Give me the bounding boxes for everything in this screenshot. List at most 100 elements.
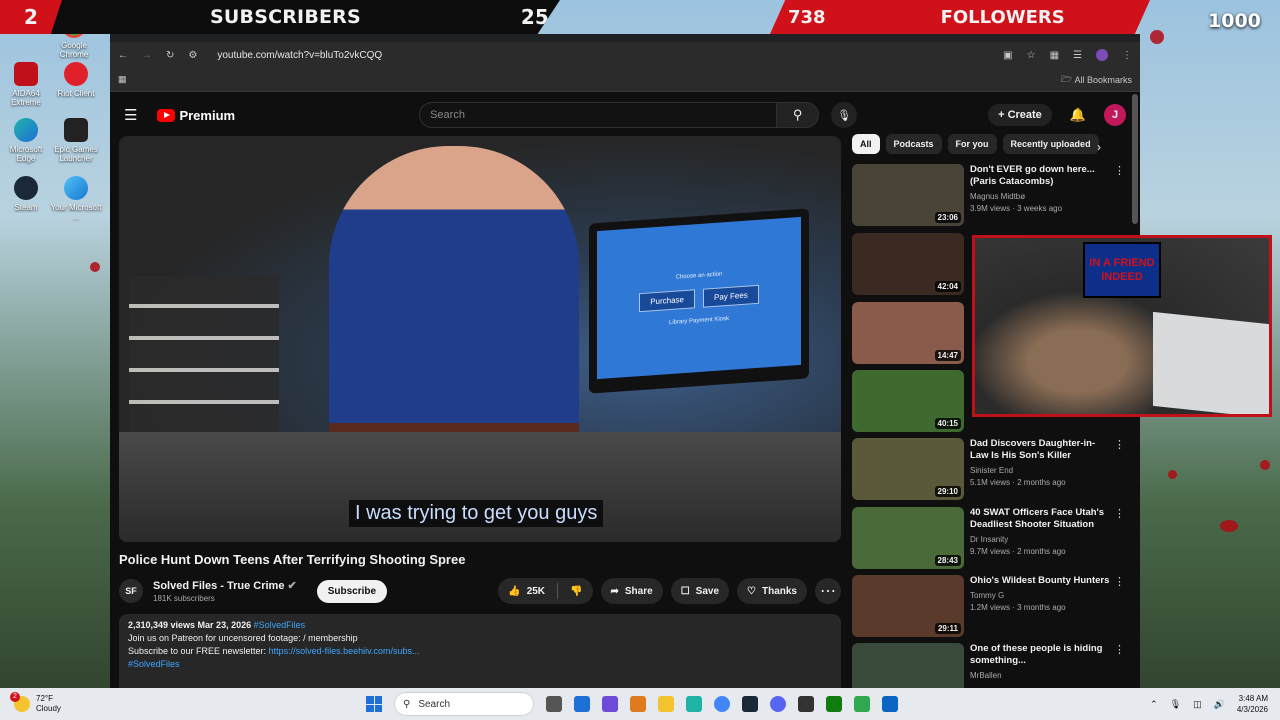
browser-menu-icon[interactable]: ⋮ (1122, 50, 1132, 61)
video-menu-icon[interactable]: ⋮ (1114, 438, 1125, 500)
app-icon[interactable] (854, 696, 870, 712)
teams-icon[interactable] (602, 696, 618, 712)
install-icon[interactable]: ▣ (1003, 50, 1012, 61)
video-description[interactable]: 2,310,349 views Mar 23, 2026 #SolvedFile… (119, 614, 841, 688)
like-icon[interactable]: 👍 (508, 586, 520, 597)
recommended-video[interactable]: One of these people is hiding something.… (852, 643, 1140, 688)
kiosk-title: Choose an action (675, 270, 723, 281)
clock[interactable]: 3:48 AM 4/3/2026 (1237, 693, 1268, 715)
voice-search-button[interactable]: 🎙 (831, 102, 858, 128)
recommended-video[interactable]: 29:10 Dad Discovers Daughter-in-Law Is H… (852, 438, 1140, 500)
video-thumbnail[interactable]: 28:43 (852, 507, 964, 569)
app-icon[interactable] (882, 696, 898, 712)
subscribe-button[interactable]: Subscribe (316, 579, 388, 603)
extensions-icon[interactable]: ▦ (1050, 50, 1059, 61)
more-actions-button[interactable]: ⋯ (815, 578, 841, 604)
hashtag-link-2[interactable]: #SolvedFiles (128, 659, 180, 669)
back-icon[interactable]: ← (118, 50, 128, 61)
like-dislike-group: 👍 25K 👎 (498, 578, 593, 604)
search-input[interactable]: Search (419, 102, 778, 128)
microphone-icon[interactable]: 🎙 (1170, 699, 1181, 710)
network-icon[interactable]: ◫ (1193, 699, 1202, 710)
blood-splatter (1260, 460, 1270, 470)
channel-avatar[interactable]: SF (119, 579, 143, 603)
background-monitor (1153, 311, 1269, 414)
file-explorer-icon[interactable] (658, 696, 674, 712)
youtube-premium-logo[interactable]: Premium (157, 108, 235, 123)
filter-chips: All Podcasts For you Recently uploaded (852, 134, 1099, 154)
video-thumbnail[interactable]: 40:15 (852, 370, 964, 432)
notification-badge: 2 (10, 692, 20, 702)
chip-recently-uploaded[interactable]: Recently uploaded (1002, 134, 1099, 154)
chevron-up-icon[interactable]: ⌃ (1150, 699, 1158, 710)
thanks-button[interactable]: ♡ Thanks (737, 578, 807, 604)
video-menu-icon[interactable]: ⋮ (1114, 507, 1125, 569)
chrome-taskbar-icon[interactable] (714, 696, 730, 712)
dislike-icon[interactable]: 👎 (570, 586, 592, 597)
chip-all[interactable]: All (852, 134, 880, 154)
chip-podcasts[interactable]: Podcasts (885, 134, 942, 154)
newsletter-link[interactable]: https://solved-files.beehiiv.com/subs... (269, 646, 420, 656)
verified-icon: ✔ (287, 580, 297, 592)
recommended-video[interactable]: 29:11 Ohio's Wildest Bounty Hunters Tommy… (852, 575, 1140, 637)
bookmark-star-icon[interactable]: ☆ (1027, 50, 1036, 61)
recommended-video[interactable]: 28:43 40 SWAT Officers Face Utah's Deadl… (852, 507, 1140, 569)
channel-name[interactable]: Solved Files - True Crime ✔ (153, 579, 297, 592)
hamburger-menu-icon[interactable]: ☰ (124, 106, 137, 124)
steam-taskbar-icon[interactable] (742, 696, 758, 712)
desktop-icon-epic[interactable]: Epic Games Launcher (50, 118, 102, 163)
media-icon[interactable]: ☰ (1073, 50, 1082, 61)
url-field[interactable]: youtube.com/watch?v=bluTo2vkCQQ (217, 50, 382, 61)
site-info-icon[interactable]: ⚙ (188, 50, 197, 61)
video-thumbnail[interactable] (852, 643, 964, 688)
like-count[interactable]: 25K (527, 586, 545, 597)
hashtag-link[interactable]: #SolvedFiles (254, 620, 306, 630)
patreon-link[interactable]: / membership (303, 633, 358, 643)
chevron-right-icon[interactable]: › (1097, 140, 1101, 154)
taskbar-search[interactable]: ⚲ Search (394, 692, 534, 716)
save-button[interactable]: ☐ Save (670, 578, 730, 604)
page-scrollbar[interactable] (1132, 94, 1138, 224)
video-menu-icon[interactable]: ⋮ (1114, 643, 1125, 688)
discord-icon[interactable] (770, 696, 786, 712)
tab-strip (110, 34, 1140, 42)
notifications-bell-icon[interactable]: 🔔 (1070, 107, 1086, 123)
account-avatar[interactable]: J (1104, 104, 1126, 126)
video-thumbnail[interactable]: 29:11 (852, 575, 964, 637)
apps-icon[interactable]: ▦ (118, 74, 127, 85)
reload-icon[interactable]: ↻ (166, 50, 174, 61)
all-bookmarks-button[interactable]: All Bookmarks (1074, 75, 1132, 85)
kiosk-footer: Library Payment Kiosk (668, 315, 730, 326)
desktop-icon-microsoft[interactable]: Your Microsoft ... (50, 176, 102, 221)
desktop-icon-edge[interactable]: Microsoft Edge (0, 118, 52, 163)
explorer-icon[interactable] (574, 696, 590, 712)
obs-icon[interactable] (798, 696, 814, 712)
desktop-icon-riot[interactable]: Riot Client (50, 62, 102, 98)
video-menu-icon[interactable]: ⋮ (1114, 575, 1125, 637)
video-thumbnail[interactable]: 42:04 (852, 233, 964, 295)
weather-widget[interactable]: 2 72°F Cloudy (0, 692, 61, 714)
video-thumbnail[interactable]: 14:47 (852, 302, 964, 364)
weather-icon: 2 (10, 692, 30, 712)
copilot-icon[interactable] (630, 696, 646, 712)
task-view-icon[interactable] (546, 696, 562, 712)
volume-icon[interactable]: 🔊 (1214, 699, 1225, 710)
share-button[interactable]: ➦ Share (600, 578, 663, 604)
create-button[interactable]: + Create (988, 104, 1052, 126)
start-button[interactable] (366, 696, 382, 712)
recommended-video[interactable]: 23:06 Don't EVER go down here... (Paris … (852, 164, 1140, 226)
xbox-icon[interactable] (826, 696, 842, 712)
desktop-icon-aida64[interactable]: AIDA64 Extreme (0, 62, 52, 107)
profile-icon[interactable] (1096, 49, 1108, 61)
search-button[interactable]: ⚲ (777, 102, 820, 128)
edge-taskbar-icon[interactable] (686, 696, 702, 712)
video-thumbnail[interactable]: 23:06 (852, 164, 964, 226)
kiosk-screen: Choose an action Purchase Pay Fees Libra… (597, 216, 801, 380)
video-menu-icon[interactable]: ⋮ (1114, 164, 1125, 226)
forward-icon[interactable]: → (142, 50, 152, 61)
chip-for-you[interactable]: For you (947, 134, 997, 154)
desktop-icon-steam[interactable]: Steam (0, 176, 52, 212)
video-player[interactable]: Choose an action Purchase Pay Fees Libra… (119, 136, 841, 542)
riot-icon (64, 62, 88, 86)
video-thumbnail[interactable]: 29:10 (852, 438, 964, 500)
